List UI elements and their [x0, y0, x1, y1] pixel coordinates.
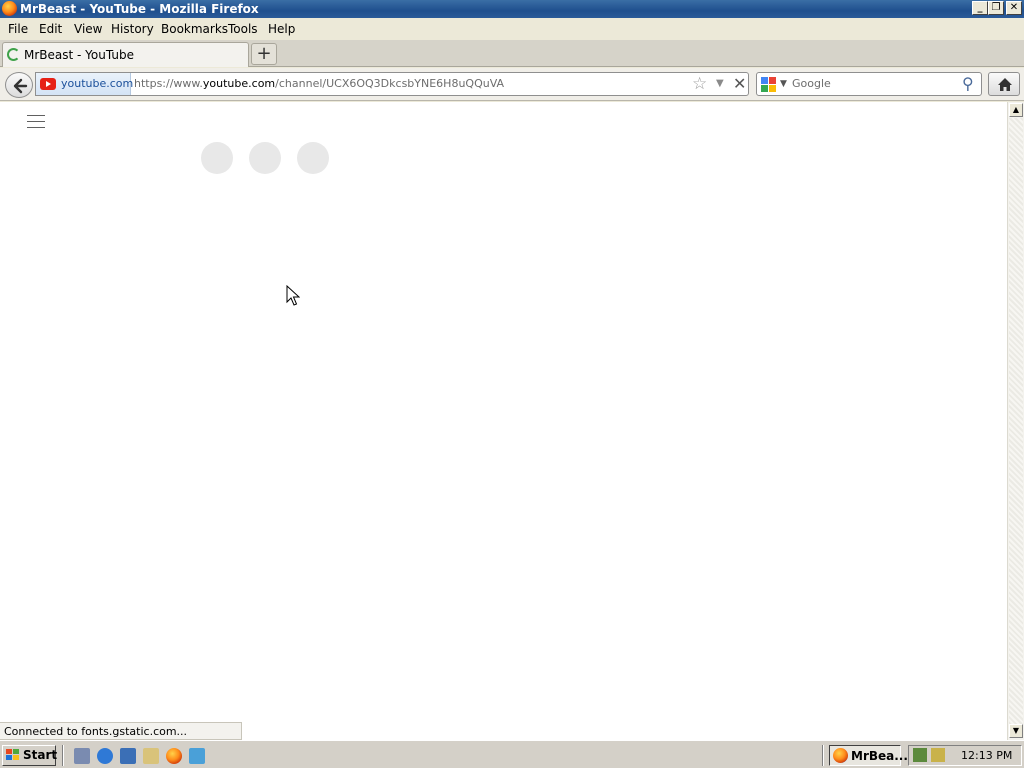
windows-logo-icon — [6, 749, 20, 762]
google-icon[interactable] — [761, 77, 777, 93]
clock: 12:13 PM — [961, 749, 1013, 762]
vertical-scrollbar[interactable]: ▲ ▼ — [1007, 102, 1024, 740]
page-content — [0, 102, 1007, 740]
url-path: /channel/UCX6OQ3DkcsbYNE6H8uQQuVA — [275, 77, 505, 90]
firefox-icon — [833, 748, 848, 763]
navigation-bar: youtube.com https://www.youtube.com/chan… — [0, 68, 1024, 101]
search-placeholder: Google — [792, 77, 831, 90]
taskbar-separator — [822, 745, 824, 766]
menu-bar: File Edit View History Bookmarks Tools H… — [0, 18, 1024, 40]
network-icon[interactable] — [913, 748, 927, 762]
home-icon — [998, 78, 1012, 91]
start-label: Start — [23, 748, 58, 762]
tab-mrbeast-youtube[interactable]: MrBeast - YouTube — [2, 42, 249, 67]
new-tab-button[interactable]: + — [251, 43, 277, 65]
search-icon[interactable] — [143, 748, 159, 764]
back-arrow-icon — [13, 78, 28, 94]
home-button[interactable] — [988, 72, 1020, 96]
tab-label: MrBeast - YouTube — [24, 48, 134, 62]
search-bar[interactable]: ▼ Google ⚲ — [756, 72, 982, 96]
menu-edit[interactable]: Edit — [36, 21, 65, 37]
guide-menu-icon[interactable] — [27, 114, 45, 128]
show-desktop-icon[interactable] — [74, 748, 90, 764]
loading-placeholder-dot — [297, 142, 329, 174]
system-tray: 12:13 PM — [908, 745, 1022, 766]
task-button-firefox[interactable]: MrBea... — [829, 745, 908, 766]
minimize-button[interactable]: _ — [972, 1, 988, 15]
menu-tools[interactable]: Tools — [225, 21, 261, 37]
menu-bookmarks[interactable]: Bookmarks — [158, 21, 231, 37]
loading-placeholder-dot — [249, 142, 281, 174]
outlook-icon[interactable] — [120, 748, 136, 764]
url-dropdown-icon[interactable]: ▼ — [716, 77, 724, 91]
menu-view[interactable]: View — [71, 21, 105, 37]
bookmark-star-icon[interactable]: ☆ — [692, 75, 707, 93]
tab-strip: MrBeast - YouTube + — [0, 40, 1024, 67]
identity-domain: youtube.com — [61, 77, 134, 90]
taskbar-separator — [62, 745, 64, 766]
menu-file[interactable]: File — [5, 21, 31, 37]
menu-history[interactable]: History — [108, 21, 157, 37]
firefox-icon — [2, 1, 17, 16]
task-button-label: MrBea... — [851, 749, 908, 763]
scroll-down-arrow-icon[interactable]: ▼ — [1009, 724, 1023, 738]
back-button[interactable] — [5, 72, 33, 98]
youtube-favicon-icon — [40, 78, 56, 90]
status-text: Connected to fonts.gstatic.com... — [4, 725, 188, 738]
search-icon[interactable]: ⚲ — [962, 75, 974, 93]
site-identity-button[interactable]: youtube.com — [36, 73, 134, 95]
loading-spinner-icon — [7, 48, 20, 61]
close-button[interactable]: ✕ — [1006, 1, 1022, 15]
url-bar[interactable]: youtube.com https://www.youtube.com/chan… — [35, 72, 749, 96]
mouse-cursor-icon — [286, 285, 300, 306]
menu-help[interactable]: Help — [265, 21, 298, 37]
title-bar: MrBeast - YouTube - Mozilla Firefox _ ❐ … — [0, 0, 1024, 18]
update-icon[interactable] — [931, 748, 945, 762]
status-panel: Connected to fonts.gstatic.com... — [0, 722, 242, 740]
search-engine-dropdown-icon[interactable]: ▼ — [780, 77, 787, 91]
loading-placeholder-dot — [201, 142, 233, 174]
restore-button[interactable]: ❐ — [988, 1, 1004, 15]
scroll-up-arrow-icon[interactable]: ▲ — [1009, 103, 1023, 117]
url-host: youtube.com — [202, 77, 276, 90]
url-prefix: https://www. — [134, 77, 203, 90]
taskbar: Start MrBea... 12:13 PM — [0, 740, 1024, 768]
window-title: MrBeast - YouTube - Mozilla Firefox — [20, 2, 259, 16]
internet-explorer-icon[interactable] — [97, 748, 113, 764]
url-text[interactable]: https://www.youtube.com/channel/UCX6OQ3D… — [134, 76, 504, 92]
stop-icon[interactable]: ✕ — [733, 74, 746, 94]
messenger-icon[interactable] — [189, 748, 205, 764]
start-button[interactable]: Start — [2, 745, 58, 766]
scroll-track[interactable] — [1009, 118, 1023, 724]
firefox-icon[interactable] — [166, 748, 182, 764]
